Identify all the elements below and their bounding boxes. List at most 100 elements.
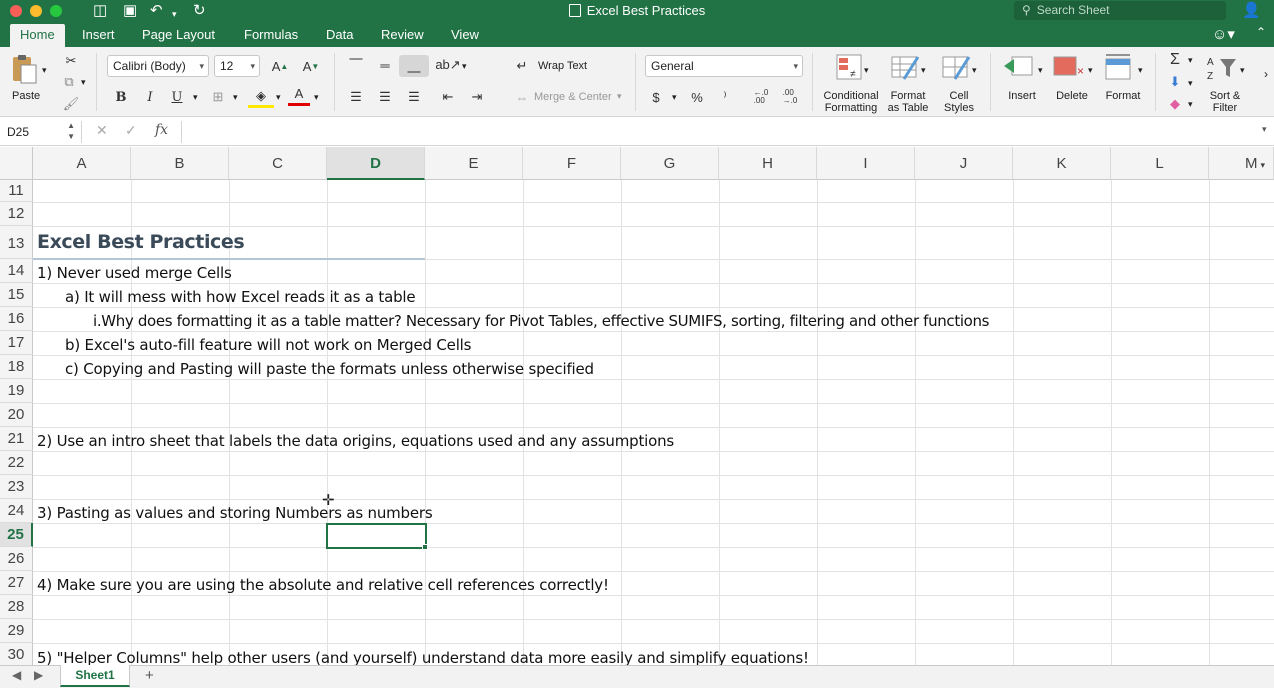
tab-view[interactable]: View [451, 27, 479, 42]
merge-center-icon[interactable]: ⇔ [512, 86, 532, 108]
row-header-28[interactable]: 28 [0, 595, 33, 619]
row-header-14[interactable]: 14 [0, 259, 33, 283]
column-header-h[interactable]: H [719, 147, 817, 180]
collapse-ribbon-icon[interactable]: ⌃ [1256, 25, 1266, 39]
align-left-icon[interactable]: ☰ [343, 86, 369, 108]
decrease-indent-icon[interactable]: ⇤ [435, 86, 461, 108]
formula-input[interactable] [181, 121, 1256, 143]
accounting-dropdown-icon[interactable]: ▾ [672, 92, 677, 103]
font-size-select[interactable]: 12 ▾ [214, 55, 260, 77]
conditional-formatting-icon[interactable]: ≠ [835, 53, 865, 81]
underline-button[interactable]: U [166, 86, 188, 108]
merge-center-button[interactable]: Merge & Center [534, 91, 612, 103]
name-box[interactable]: D25 ▲ ▼ [0, 121, 82, 143]
orientation-icon[interactable]: ab↗ [435, 54, 461, 76]
column-header-a[interactable]: A [33, 147, 131, 180]
column-header-f[interactable]: F [523, 147, 621, 180]
clear-dropdown-icon[interactable]: ▾ [1188, 99, 1193, 110]
row-header-26[interactable]: 26 [0, 547, 33, 571]
paste-icon[interactable] [10, 53, 40, 84]
column-header-l[interactable]: L [1111, 147, 1209, 180]
row-header-30[interactable]: 30 [0, 643, 33, 665]
row-header-21[interactable]: 21 [0, 427, 33, 451]
number-format-select[interactable]: General ▾ [645, 55, 803, 77]
column-header-d[interactable]: D [327, 147, 425, 180]
font-name-select[interactable]: Calibri (Body) ▾ [107, 55, 209, 77]
borders-dropdown-icon[interactable]: ▾ [233, 92, 238, 103]
sort-filter-icon[interactable]: AZ [1207, 53, 1237, 82]
row-header-13[interactable]: 13 [0, 226, 33, 259]
increase-decimal-button[interactable]: ←.0 .00 [748, 86, 774, 108]
format-as-table-icon[interactable] [890, 53, 920, 81]
decrease-decimal-button[interactable]: .00 →.0 [777, 86, 803, 108]
row-header-15[interactable]: 15 [0, 283, 33, 307]
spreadsheet-grid[interactable]: A B C D E F G H I J K L M ▾ 11 12 13 14 1… [0, 147, 1274, 665]
fill-handle[interactable] [422, 544, 428, 550]
column-header-i[interactable]: I [817, 147, 915, 180]
row-header-12[interactable]: 12 [0, 202, 33, 226]
insert-cells-icon[interactable] [1002, 53, 1033, 81]
tab-review[interactable]: Review [381, 27, 424, 42]
underline-dropdown-icon[interactable]: ▾ [193, 92, 198, 103]
font-color-button[interactable]: A [288, 84, 310, 106]
paste-button-label[interactable]: Paste [12, 90, 40, 102]
row-header-24[interactable]: 24 [0, 499, 33, 523]
row-header-20[interactable]: 20 [0, 403, 33, 427]
tab-home[interactable]: Home [10, 24, 65, 47]
row-header-25[interactable]: 25 [0, 523, 33, 547]
conditional-formatting-button[interactable]: Conditional Formatting [820, 90, 882, 114]
fill-dropdown-icon[interactable]: ▾ [1188, 78, 1193, 89]
add-sheet-icon[interactable]: + [145, 667, 154, 684]
align-center-icon[interactable]: ☰ [372, 86, 398, 108]
row-header-17[interactable]: 17 [0, 331, 33, 355]
previous-sheet-icon[interactable]: ◀ [12, 668, 21, 682]
italic-button[interactable]: I [139, 86, 161, 108]
ribbon-scroll-right-icon[interactable]: › [1264, 67, 1268, 81]
delete-cells-icon[interactable]: × [1052, 53, 1084, 81]
row-header-29[interactable]: 29 [0, 619, 33, 643]
autosum-dropdown-icon[interactable]: ▾ [1188, 55, 1193, 66]
tab-page-layout[interactable]: Page Layout [142, 27, 215, 42]
row-header-19[interactable]: 19 [0, 379, 33, 403]
bold-button[interactable]: B [110, 86, 132, 108]
search-sheet-input[interactable]: ⚲ Search Sheet [1014, 1, 1226, 20]
paste-dropdown-icon[interactable]: ▾ [42, 65, 47, 76]
row-header-18[interactable]: 18 [0, 355, 33, 379]
row-header-27[interactable]: 27 [0, 571, 33, 595]
clear-eraser-icon[interactable]: ◆ [1165, 93, 1185, 115]
confirm-entry-icon[interactable]: ✓ [125, 122, 137, 139]
cut-icon[interactable]: ✂ [60, 50, 82, 72]
merge-dropdown-icon[interactable]: ▾ [617, 91, 622, 102]
align-middle-icon[interactable]: ═ [372, 54, 398, 76]
align-right-icon[interactable]: ☰ [401, 86, 427, 108]
row-header-11[interactable]: 11 [0, 180, 33, 202]
share-add-person-icon[interactable]: 👤 [1242, 1, 1261, 19]
column-header-g[interactable]: G [621, 147, 719, 180]
column-header-c[interactable]: C [229, 147, 327, 180]
row-header-22[interactable]: 22 [0, 451, 33, 475]
cell-styles-icon[interactable] [941, 53, 971, 81]
format-cells-icon[interactable] [1104, 53, 1134, 81]
fill-icon[interactable]: ⬇ [1165, 71, 1185, 93]
feedback-smiley-icon[interactable]: ☺▾ [1212, 25, 1235, 43]
next-sheet-icon[interactable]: ▶ [34, 668, 43, 682]
percent-style-button[interactable]: % [685, 86, 709, 108]
row-header-23[interactable]: 23 [0, 475, 33, 499]
insert-function-button[interactable]: fx [155, 122, 168, 138]
column-header-e[interactable]: E [425, 147, 523, 180]
tab-formulas[interactable]: Formulas [244, 27, 298, 42]
format-cells-button[interactable]: Format [1100, 90, 1146, 102]
name-box-stepper-icon[interactable]: ▲ ▼ [67, 120, 75, 142]
tab-insert[interactable]: Insert [82, 27, 115, 42]
tab-data[interactable]: Data [326, 27, 353, 42]
autosum-icon[interactable]: Σ [1165, 49, 1185, 71]
fill-color-dropdown-icon[interactable]: ▾ [276, 92, 281, 103]
accounting-format-button[interactable]: $ [646, 86, 666, 108]
column-header-m[interactable]: M ▾ [1209, 147, 1274, 180]
cell-styles-button[interactable]: Cell Styles [936, 90, 982, 114]
borders-icon[interactable]: ⊞ [205, 86, 231, 108]
increase-font-size-icon[interactable]: A ▲ [267, 55, 293, 77]
align-bottom-icon[interactable]: ⎽ [399, 55, 429, 77]
sort-filter-button[interactable]: Sort & Filter [1202, 90, 1248, 114]
fill-color-icon[interactable]: ◈ [248, 86, 274, 108]
